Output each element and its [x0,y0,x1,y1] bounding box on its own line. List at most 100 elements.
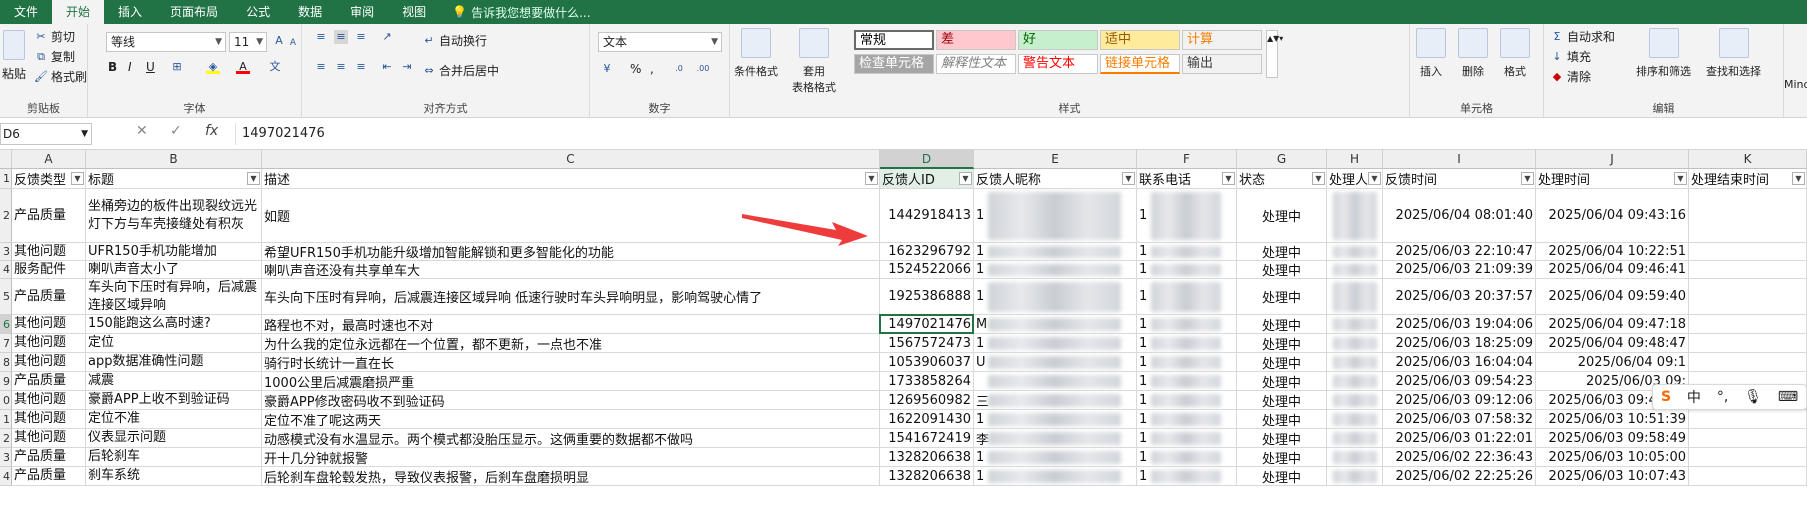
cell-H[interactable] [1327,448,1383,467]
column-header-K[interactable]: K [1689,150,1807,169]
row-header[interactable]: 8 [0,353,12,372]
cell-B[interactable]: 喇叭声音太小了 [86,261,262,279]
delete-cells-button[interactable]: 删除 [1458,28,1488,79]
cell-A[interactable]: 其他问题 [12,315,86,334]
cell-E[interactable]: 1 [974,189,1137,243]
cell-D[interactable]: 1623296792 [880,243,974,261]
sort-filter-button[interactable]: 排序和筛选 [1636,28,1691,79]
cell-E[interactable]: 1 [974,334,1137,353]
cell-B[interactable]: 车头向下压时有异响，后减震连接区域异响 [86,279,262,315]
cell-I[interactable]: 2025/06/03 01:22:01 [1383,429,1536,448]
cell-J[interactable]: 2025/06/04 09:59:40 [1536,279,1689,315]
cell-D[interactable]: 1925386888 [880,279,974,315]
cell-A[interactable]: 其他问题 [12,334,86,353]
filter-dropdown-icon[interactable]: ▼ [1368,172,1381,185]
cell-H[interactable] [1327,372,1383,391]
cell-F[interactable]: 1 [1137,261,1237,279]
cell-K[interactable] [1689,279,1807,315]
cell-D[interactable]: 1328206638 [880,467,974,486]
cell-style-9[interactable]: 输出 [1182,54,1262,74]
row-header[interactable]: 3 [0,448,12,467]
cell-J[interactable]: 2025/06/03 10:51:39 [1536,410,1689,429]
cell-C[interactable]: 定位不准了呢这两天 [262,410,880,429]
cell-A[interactable]: 产品质量 [12,279,86,315]
cell-B[interactable]: 150能跑这么高时速? [86,315,262,334]
cell-C[interactable]: 开十几分钟就报警 [262,448,880,467]
cell-E[interactable]: 1 [974,410,1137,429]
column-header-J[interactable]: J [1536,150,1689,169]
ime-language[interactable]: 中 [1687,387,1701,407]
cell-C[interactable]: 豪爵APP修改密码收不到验证码 [262,391,880,410]
cell-A[interactable]: 产品质量 [12,448,86,467]
cell-H[interactable] [1327,261,1383,279]
row-header[interactable]: 4 [0,261,12,279]
cell-B[interactable]: 减震 [86,372,262,391]
cell-D[interactable]: 1733858264 [880,372,974,391]
cell-C[interactable]: 路程也不对，最高时速也不对 [262,315,880,334]
underline-button[interactable]: U [146,60,155,74]
cell-G[interactable]: 处理中 [1237,279,1327,315]
tab-2[interactable]: 插入 [104,0,156,24]
row-header[interactable]: 0 [0,391,12,410]
cell-G[interactable]: 处理中 [1237,410,1327,429]
filter-dropdown-icon[interactable]: ▼ [1674,172,1687,185]
cell-E[interactable]: 反馈人昵称 ▼ [974,169,1137,189]
name-box[interactable]: D6 ▼ [0,123,92,145]
cell-C[interactable]: 如题 [262,189,880,243]
cell-I[interactable]: 2025/06/03 21:09:39 [1383,261,1536,279]
font-color-button[interactable]: A [236,60,250,74]
cell-K[interactable] [1689,243,1807,261]
format-painter-button[interactable]: 🖌 格式刷 [34,68,87,85]
row-header[interactable]: 2 [0,189,12,243]
cell-I[interactable]: 2025/06/03 20:37:57 [1383,279,1536,315]
cell-H[interactable] [1327,279,1383,315]
row-header[interactable]: 3 [0,243,12,261]
cell-J[interactable]: 2025/06/04 10:22:51 [1536,243,1689,261]
wrap-text-button[interactable]: ↵ 自动换行 [422,32,487,49]
cell-K[interactable] [1689,467,1807,486]
cell-B[interactable]: 坐桶旁边的板件出现裂纹远光灯下方与车壳接缝处有积灰 [86,189,262,243]
cell-H[interactable] [1327,410,1383,429]
cell-E[interactable]: 三 [974,391,1137,410]
tab-7[interactable]: 视图 [388,0,440,24]
cell-D[interactable]: 1269560982 [880,391,974,410]
bold-button[interactable]: B [108,60,117,74]
cell-style-6[interactable]: 解释性文本 [936,54,1016,74]
cell-C[interactable]: 骑行时长统计一直在长 [262,353,880,372]
cell-J[interactable]: 2025/06/04 09:43:16 [1536,189,1689,243]
tab-0[interactable]: 文件 [0,0,52,24]
font-size-select[interactable]: 11 ▼ [229,32,267,52]
cell-style-7[interactable]: 警告文本 [1018,54,1098,74]
cell-H[interactable] [1327,334,1383,353]
cell-K[interactable] [1689,189,1807,243]
column-header-H[interactable]: H [1327,150,1383,169]
fill-button[interactable]: ↓ 填充 [1550,48,1591,65]
cell-style-0[interactable]: 常规 [854,30,934,50]
percent-button[interactable]: % [630,62,641,76]
select-all-corner[interactable] [0,150,12,169]
cell-B[interactable]: 标题 ▼ [86,169,262,189]
cell-H[interactable] [1327,189,1383,243]
cell-I[interactable]: 2025/06/02 22:36:43 [1383,448,1536,467]
cell-B[interactable]: 定位 [86,334,262,353]
orientation-button[interactable]: ↗ [380,30,394,44]
cell-D[interactable]: 1524522066 [880,261,974,279]
cell-E[interactable] [974,372,1137,391]
cell-F[interactable]: 1 [1137,334,1237,353]
function-icon[interactable]: fx [205,123,218,145]
cell-J[interactable]: 2025/06/03 10:05:00 [1536,448,1689,467]
cell-E[interactable]: M [974,315,1137,334]
increase-decimal-button[interactable]: .0 [672,62,686,76]
clear-button[interactable]: ◆ 清除 [1550,68,1591,85]
cell-H[interactable]: 处理人 ▼ [1327,169,1383,189]
decrease-decimal-button[interactable]: .00 [696,62,710,76]
align-bottom-button[interactable]: ≡ [354,30,368,44]
cell-C[interactable]: 描述 ▼ [262,169,880,189]
filter-dropdown-icon[interactable]: ▼ [1521,172,1534,185]
cell-A[interactable]: 反馈类型 ▼ [12,169,86,189]
cell-A[interactable]: 产品质量 [12,467,86,486]
cell-H[interactable] [1327,353,1383,372]
cell-D[interactable]: 1622091430 [880,410,974,429]
cell-K[interactable] [1689,448,1807,467]
filter-dropdown-icon[interactable]: ▼ [959,172,972,185]
